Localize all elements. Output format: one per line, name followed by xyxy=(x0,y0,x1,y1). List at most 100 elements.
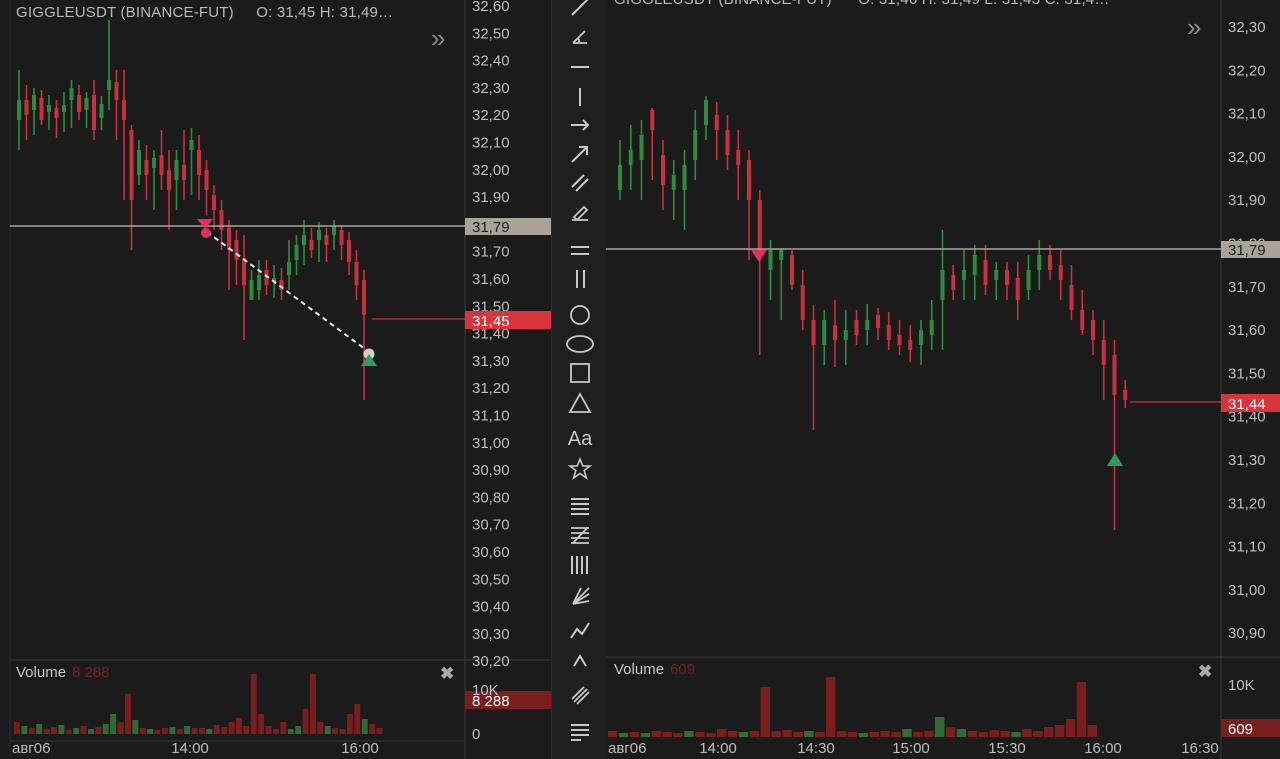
candle-body xyxy=(287,262,291,275)
volume-bar xyxy=(804,731,814,737)
volume-bar xyxy=(51,727,57,734)
left-chart-panel[interactable]: 32,60 32,50 32,40 32,30 32,20 32,10 32,00 31,90… xyxy=(0,0,551,759)
vertical-pair-icon[interactable] xyxy=(562,266,598,292)
candle-body xyxy=(317,230,321,240)
fib-time-icon[interactable] xyxy=(562,552,598,578)
pitchfork-icon[interactable] xyxy=(562,681,598,707)
fib-retracement-icon[interactable] xyxy=(562,522,598,548)
volume-axis-top-label: 10K xyxy=(1228,677,1255,694)
horizontal-line-icon[interactable] xyxy=(562,54,598,80)
candle-body xyxy=(77,95,81,112)
angle-line-icon[interactable] xyxy=(562,24,598,50)
candle-body xyxy=(800,285,805,320)
candle-body xyxy=(114,82,119,100)
right-price-chart[interactable]: 32,3032,2032,1032,0031,9031,8031,7031,60… xyxy=(606,0,1280,759)
volume-bar xyxy=(1076,682,1087,737)
text-tool-icon[interactable]: Aa xyxy=(562,426,598,452)
candle-body xyxy=(833,325,837,340)
trend-line-icon[interactable] xyxy=(562,0,598,20)
volume-bar xyxy=(869,732,879,737)
entry-point-icon[interactable] xyxy=(201,228,211,238)
time-tick-label: 14:00 xyxy=(171,740,209,757)
horizontal-pair-icon[interactable] xyxy=(562,237,598,263)
volume-bar xyxy=(361,719,368,734)
double-chevron-right-icon[interactable]: » xyxy=(431,25,445,51)
candle-body xyxy=(167,170,171,190)
volume-bar xyxy=(847,732,858,737)
volume-bar xyxy=(347,714,353,734)
close-volume-icon[interactable]: ✖ xyxy=(440,664,454,684)
candle-body xyxy=(339,230,344,245)
right-chart-panel[interactable]: 32,3032,2032,1032,0031,9031,8031,7031,60… xyxy=(606,0,1280,759)
double-chevron-right-icon[interactable]: » xyxy=(1187,14,1201,40)
candle-body xyxy=(347,240,351,262)
volume-pane-title: Volume 609 xyxy=(614,661,695,678)
volume-bar xyxy=(228,722,235,734)
candle-body xyxy=(1080,310,1085,330)
rectangle-icon[interactable] xyxy=(562,360,598,386)
candle-body xyxy=(294,245,299,260)
volume-bar xyxy=(738,732,749,737)
ellipse-icon[interactable] xyxy=(562,331,598,357)
volume-bar xyxy=(125,694,131,734)
parallel-channel-icon[interactable] xyxy=(562,170,598,196)
candle-body xyxy=(897,335,902,345)
volume-bar xyxy=(608,731,618,737)
volume-bar xyxy=(28,728,35,734)
ray-icon[interactable] xyxy=(562,112,598,138)
price-tick-label: 32,60 xyxy=(472,0,510,15)
circle-icon[interactable] xyxy=(562,302,598,328)
volume-bar xyxy=(782,730,792,737)
volume-bar xyxy=(1000,731,1010,737)
candle-body xyxy=(822,320,827,345)
arrow-icon[interactable] xyxy=(562,141,598,167)
symbol-title[interactable]: GIGGLEUSDT (BINANCE-FUT) O: 31,45 H: 31,… xyxy=(16,4,393,21)
candle-body xyxy=(107,80,111,90)
volume-bar xyxy=(727,731,738,737)
volume-bar xyxy=(88,729,94,734)
brush-icon[interactable] xyxy=(562,199,598,225)
candle-body xyxy=(811,320,816,345)
price-tick-label: 32,50 xyxy=(472,25,510,42)
vertical-line-icon[interactable] xyxy=(562,84,598,110)
volume-bar xyxy=(273,729,279,734)
price-tick-label: 31,60 xyxy=(472,271,510,288)
gann-fan-icon[interactable] xyxy=(562,582,598,608)
volume-bar xyxy=(213,725,220,734)
candle-body xyxy=(99,104,104,118)
candle-body xyxy=(354,262,359,285)
close-volume-icon[interactable]: ✖ xyxy=(1198,662,1212,682)
candle-body xyxy=(1112,355,1117,395)
level-price-label: 31,79 xyxy=(1228,242,1266,259)
triangle-icon[interactable] xyxy=(562,390,598,416)
price-tick-label: 32,00 xyxy=(1228,149,1266,166)
volume-bar xyxy=(1087,725,1097,737)
candle-body xyxy=(54,108,59,118)
volume-bar xyxy=(629,732,640,737)
volume-title-value: 609 xyxy=(670,661,696,678)
star-icon[interactable] xyxy=(562,456,598,482)
time-tick-label: 14:00 xyxy=(699,740,737,757)
candle-body xyxy=(62,105,66,112)
volume-bar xyxy=(673,733,683,737)
candle-body xyxy=(854,320,859,335)
candle-body xyxy=(747,160,751,200)
candle-body xyxy=(736,150,741,165)
volume-bar xyxy=(302,709,309,734)
candle-body xyxy=(129,130,134,200)
candle-body xyxy=(682,165,687,190)
volume-axis-top-label: 10K xyxy=(472,682,499,699)
volume-pane-title: Volume 8 288 xyxy=(16,664,110,681)
fib-levels-icon[interactable] xyxy=(562,493,598,519)
volume-bar xyxy=(1054,725,1065,737)
left-price-chart[interactable]: 32,60 32,50 32,40 32,30 32,20 32,10 32,00 31,90… xyxy=(0,0,551,759)
time-tick-label: авг06 xyxy=(608,740,646,757)
candle-body xyxy=(650,110,655,130)
volume-bar xyxy=(221,727,228,734)
symbol-title[interactable]: GIGGLEUSDT (BINANCE-FUT) O: 31,46 H: 31,… xyxy=(614,0,1110,8)
path-icon[interactable] xyxy=(562,647,598,673)
candle-body xyxy=(908,340,913,350)
polyline-icon[interactable] xyxy=(562,617,598,643)
candle-body xyxy=(39,98,44,120)
notes-icon[interactable] xyxy=(562,718,598,744)
